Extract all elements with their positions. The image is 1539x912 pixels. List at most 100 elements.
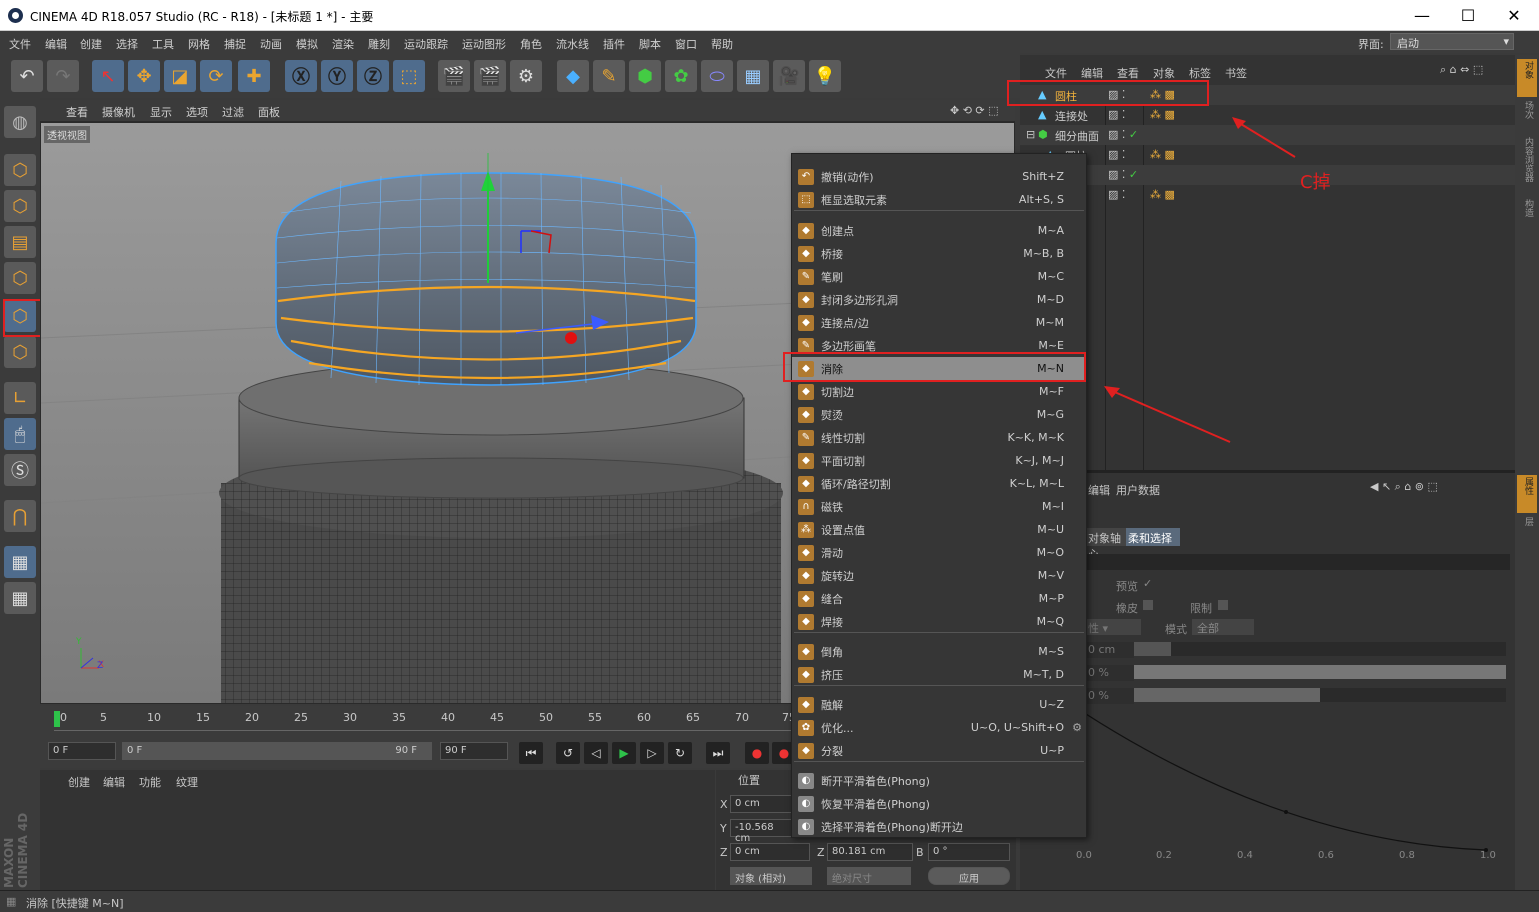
go-to-end-icon[interactable]: ⏭ <box>706 742 730 764</box>
polygons-mode-icon[interactable]: ⬡ <box>4 336 36 368</box>
menu-item-select-broken-phong-edges[interactable]: ◐ 选择平滑着色(Phong)断开边 <box>792 815 1086 838</box>
locked-workplane-icon[interactable]: ▦ <box>4 546 36 578</box>
obj-menu-object[interactable]: 对象 <box>1153 65 1175 81</box>
menu-snap[interactable]: 捕捉 <box>224 36 246 52</box>
width-field[interactable]: 0 % <box>1086 688 1134 704</box>
menu-item-connect-points-edges[interactable]: ◆ 连接点/边 M~M <box>792 311 1086 334</box>
menu-file[interactable]: 文件 <box>9 36 31 52</box>
viewport-menu-filter[interactable]: 过滤 <box>222 104 244 120</box>
menu-create[interactable]: 创建 <box>80 36 102 52</box>
magnet-icon[interactable]: ⋂ <box>4 500 36 532</box>
camera-icon[interactable]: 🎥 <box>773 60 805 92</box>
minimize-button[interactable]: — <box>1399 0 1445 31</box>
strength-slider[interactable] <box>1134 665 1506 679</box>
obj-toolbar-icon[interactable]: ⌕ ⌂ ⇔ ⬚ <box>1440 63 1483 77</box>
maximize-button[interactable]: ☐ <box>1445 0 1491 31</box>
workplane-icon[interactable]: ▤ <box>4 226 36 258</box>
visibility-icon[interactable]: ▨ ⁚ ✓ <box>1108 128 1138 141</box>
obj-menu-edit[interactable]: 编辑 <box>1081 65 1103 81</box>
coord-y-field[interactable]: -10.568 cm <box>730 819 796 844</box>
attr-nav-icons[interactable]: ◀ ↖ ⌕ ⌂ ⊚ ⬚ <box>1370 480 1438 494</box>
rot-b-field[interactable]: 0 ° <box>928 843 1010 861</box>
scale-icon[interactable]: ◪ <box>164 60 196 92</box>
menu-item-melt[interactable]: ◆ 融解 U~Z <box>792 693 1086 716</box>
menu-item-bridge[interactable]: ◆ 桥接 M~B, B <box>792 242 1086 265</box>
cube-icon[interactable]: ◆ <box>557 60 589 92</box>
tag-icons[interactable]: ⁂ ▩ <box>1150 108 1175 121</box>
size-mode-select[interactable]: 绝对尺寸 <box>827 867 911 885</box>
next-frame-icon[interactable]: ▷ <box>640 742 664 764</box>
menu-item-extrude[interactable]: ◆ 挤压 M~T, D <box>792 663 1086 686</box>
falloff-curve[interactable] <box>1086 712 1511 862</box>
menu-item-create-point[interactable]: ◆ 创建点 M~A <box>792 219 1086 242</box>
record-icon[interactable]: ● <box>745 742 769 764</box>
obj-menu-tag[interactable]: 标签 <box>1189 65 1211 81</box>
axis-mode-icon[interactable]: ∟ <box>4 382 36 414</box>
render-view-icon[interactable]: 🎬 <box>438 60 470 92</box>
floor-icon[interactable]: ▦ <box>737 60 769 92</box>
width-slider[interactable] <box>1134 688 1506 702</box>
menu-animate[interactable]: 动画 <box>260 36 282 52</box>
menu-simulate[interactable]: 模拟 <box>296 36 318 52</box>
redo-icon[interactable]: ↷ <box>47 60 79 92</box>
tag-icons[interactable]: ⁂ ▩ <box>1150 148 1175 161</box>
viewport-menu-camera[interactable]: 摄像机 <box>102 104 135 120</box>
expand-icon[interactable]: ⊟ <box>1026 128 1035 141</box>
pen-icon[interactable]: ✎ <box>593 60 625 92</box>
close-button[interactable]: ✕ <box>1491 0 1537 31</box>
planar-workplane-icon[interactable]: ▦ <box>4 582 36 614</box>
menu-item-split[interactable]: ◆ 分裂 U~P <box>792 739 1086 762</box>
obj-menu-file[interactable]: 文件 <box>1045 65 1067 81</box>
tab-axis[interactable]: 对象轴心 <box>1086 528 1126 561</box>
tab-content-browser[interactable]: 内容浏览器 <box>1517 135 1537 195</box>
menu-item-weld[interactable]: ◆ 焊接 M~Q <box>792 610 1086 633</box>
coord-z-field[interactable]: 0 cm <box>730 843 810 861</box>
menu-item-line-cut[interactable]: ✎ 线性切割 K~K, M~K <box>792 426 1086 449</box>
menu-motion-tracking[interactable]: 运动跟踪 <box>404 36 448 52</box>
render-picture-viewer-icon[interactable]: 🎬 <box>474 60 506 92</box>
start-frame-field[interactable]: 0 F <box>48 742 116 760</box>
menu-edit[interactable]: 编辑 <box>45 36 67 52</box>
attr-menu-userdata[interactable]: 用户数据 <box>1116 482 1160 498</box>
viewport-menu-panel[interactable]: 面板 <box>258 104 280 120</box>
coord-x-field[interactable]: 0 cm <box>730 795 796 813</box>
material-menu-edit[interactable]: 编辑 <box>103 774 125 790</box>
tab-takes[interactable]: 场次 <box>1517 99 1537 133</box>
viewport-menu-display[interactable]: 显示 <box>150 104 172 120</box>
menu-item-brush[interactable]: ✎ 笔刷 M~C <box>792 265 1086 288</box>
menu-item-stitch-and-sew[interactable]: ◆ 缝合 M~P <box>792 587 1086 610</box>
rotate-icon[interactable]: ⟳ <box>200 60 232 92</box>
points-mode-icon[interactable]: ⬡ <box>4 262 36 294</box>
menu-sculpt[interactable]: 雕刻 <box>368 36 390 52</box>
menu-item-loop-path-cut[interactable]: ◆ 循环/路径切割 K~L, M~L <box>792 472 1086 495</box>
menu-tools[interactable]: 工具 <box>152 36 174 52</box>
attr-menu-edit[interactable]: 编辑 <box>1088 482 1110 498</box>
menu-mesh[interactable]: 网格 <box>188 36 210 52</box>
size-z-field[interactable]: 80.181 cm <box>827 843 913 861</box>
menu-item-spin-edge[interactable]: ◆ 旋转边 M~V <box>792 564 1086 587</box>
object-row[interactable]: ▨ ⁚ ⁂ ▩ <box>1020 185 1515 205</box>
material-menu-create[interactable]: 创建 <box>68 774 90 790</box>
range-slider[interactable]: 0 F 90 F <box>122 742 432 760</box>
menu-render[interactable]: 渲染 <box>332 36 354 52</box>
menu-item-edge-cut[interactable]: ◆ 切割边 M~F <box>792 380 1086 403</box>
tab-attributes[interactable]: 属性 <box>1517 475 1537 513</box>
previous-key-icon[interactable]: ↺ <box>556 742 580 764</box>
light-icon[interactable]: 💡 <box>809 60 841 92</box>
x-axis-icon[interactable]: Ⓧ <box>285 60 317 92</box>
obj-menu-view[interactable]: 查看 <box>1117 65 1139 81</box>
menu-item-set-point-value[interactable]: ⁂ 设置点值 M~U <box>792 518 1086 541</box>
tag-icons[interactable]: ⁂ ▩ <box>1150 188 1175 201</box>
menu-item-break-phong-shading[interactable]: ◐ 断开平滑着色(Phong) <box>792 769 1086 792</box>
viewport-navigation-icon[interactable]: ✥ ⟲ ⟳ ⬚ <box>950 104 999 117</box>
menu-item-bevel[interactable]: ◆ 倒角 M~S <box>792 640 1086 663</box>
menu-character[interactable]: 角色 <box>520 36 542 52</box>
falloff-select[interactable]: 性 ▾ <box>1086 619 1141 635</box>
radius-field[interactable]: 0 cm <box>1086 642 1134 658</box>
menu-item-plane-cut[interactable]: ◆ 平面切割 K~J, M~J <box>792 449 1086 472</box>
render-settings-icon[interactable]: ⚙ <box>510 60 542 92</box>
apply-button[interactable]: 应用 <box>928 867 1010 885</box>
menu-item-frame-selected[interactable]: ⬚ 框显选取元素 Alt+S, S <box>792 188 1086 211</box>
menu-pipeline[interactable]: 流水线 <box>556 36 589 52</box>
menu-item-undo[interactable]: ↶ 撤销(动作) Shift+Z <box>792 165 1086 188</box>
